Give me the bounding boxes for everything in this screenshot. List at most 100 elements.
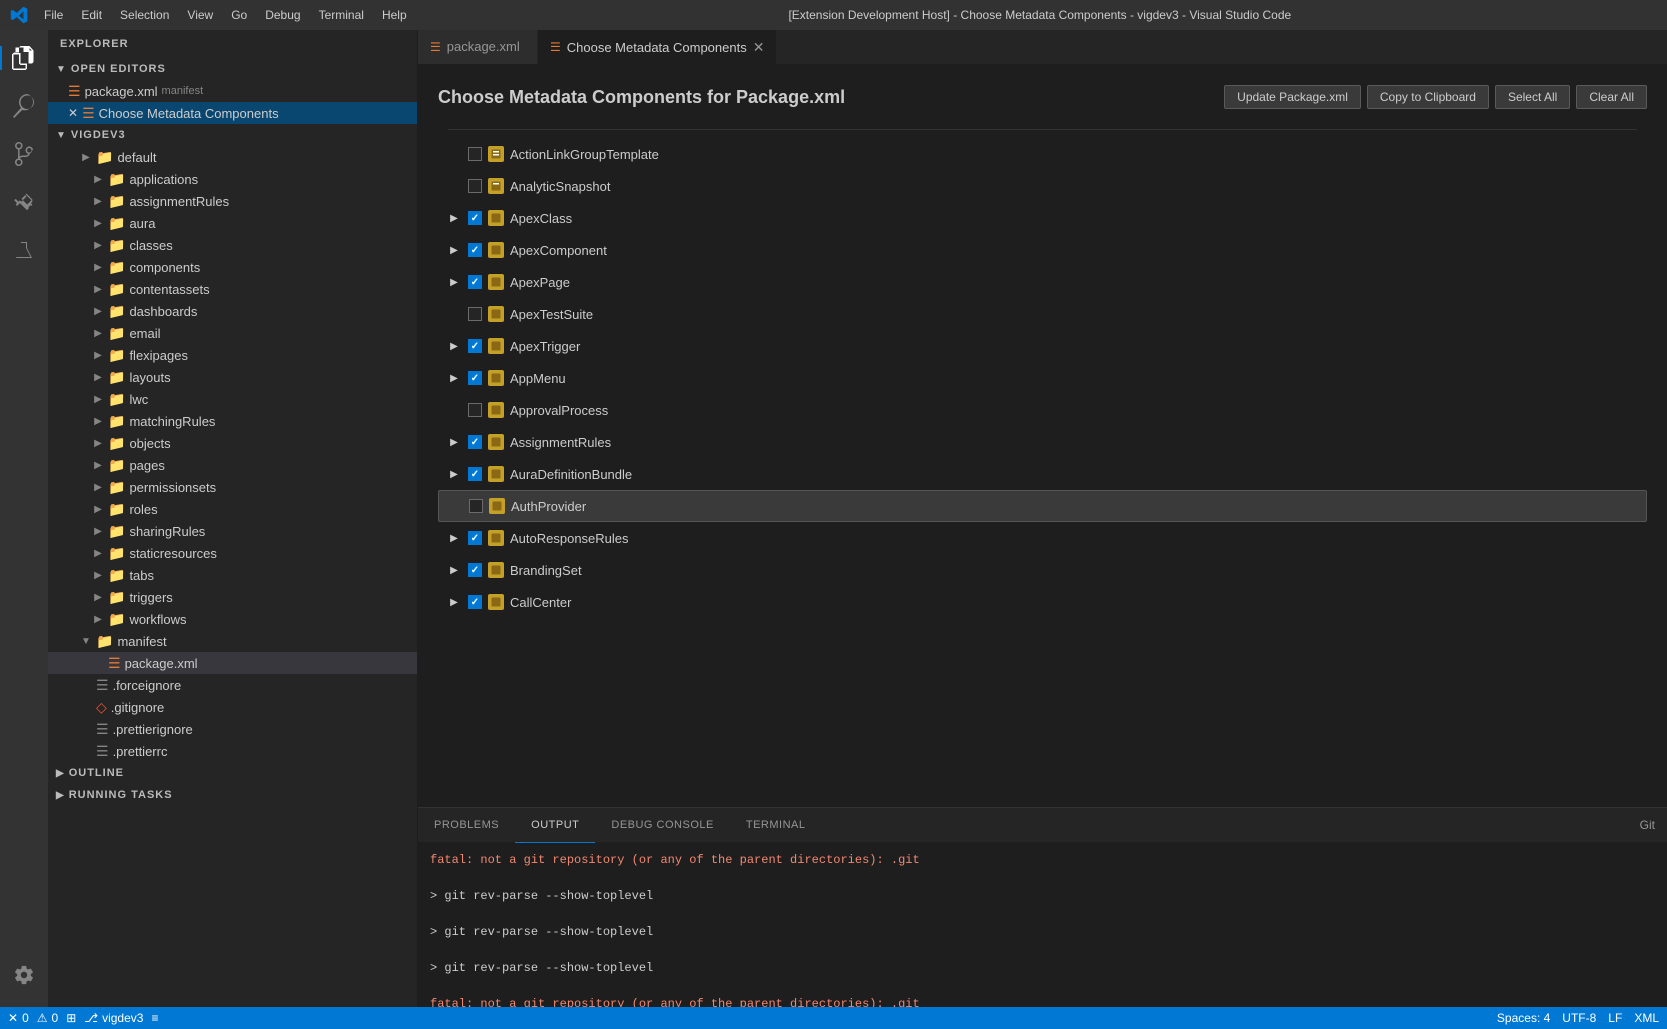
status-branch[interactable]: ⎇ vigdev3 (84, 1011, 143, 1025)
checkbox-callcenter[interactable] (468, 595, 482, 609)
expand-arrow-apexclass[interactable]: ▶ (446, 210, 462, 226)
tab-package-xml[interactable]: ☰ package.xml (418, 30, 538, 64)
checkbox-apextestsuite[interactable] (468, 307, 482, 321)
component-row-apextestsuite[interactable]: ApexTestSuite (438, 298, 1647, 330)
outline-header[interactable]: ▶ OUTLINE (48, 762, 417, 784)
expand-arrow-apexcomponent[interactable]: ▶ (446, 242, 462, 258)
component-row-assignmentrules[interactable]: ▶ AssignmentRules (438, 426, 1647, 458)
component-row-actionlinkgrouptemplate[interactable]: ActionLinkGroupTemplate (438, 138, 1647, 170)
checkbox-assignmentrules[interactable] (468, 435, 482, 449)
update-package-button[interactable]: Update Package.xml (1224, 85, 1361, 109)
bottom-tab-debug-console[interactable]: DEBUG CONSOLE (595, 808, 729, 843)
folder-lwc[interactable]: ▶ 📁 lwc (48, 388, 417, 410)
tab-choose-metadata[interactable]: ☰ Choose Metadata Components ✕ (538, 30, 777, 64)
expand-arrow-apextrigger[interactable]: ▶ (446, 338, 462, 354)
checkbox-apexpage[interactable] (468, 275, 482, 289)
open-editor-package-xml[interactable]: ☰ package.xml manifest (48, 80, 417, 102)
folder-components[interactable]: ▶ 📁 components (48, 256, 417, 278)
checkbox-brandingset[interactable] (468, 563, 482, 577)
menu-view[interactable]: View (179, 6, 221, 24)
component-row-apextrigger[interactable]: ▶ ApexTrigger (438, 330, 1647, 362)
folder-manifest[interactable]: ▼ 📁 manifest (48, 630, 417, 652)
menu-edit[interactable]: Edit (73, 6, 110, 24)
folder-tabs[interactable]: ▶ 📁 tabs (48, 564, 417, 586)
open-editor-choose-metadata[interactable]: ✕ ☰ Choose Metadata Components (48, 102, 417, 124)
bottom-tab-terminal[interactable]: TERMINAL (730, 808, 822, 843)
component-row-autoresponserules[interactable]: ▶ AutoResponseRules (438, 522, 1647, 554)
folder-contentassets[interactable]: ▶ 📁 contentassets (48, 278, 417, 300)
status-errors[interactable]: ✕ 0 ⚠ 0 (8, 1011, 58, 1025)
checkbox-approvalprocess[interactable] (468, 403, 482, 417)
component-row-callcenter[interactable]: ▶ CallCenter (438, 586, 1647, 618)
checkbox-apexclass[interactable] (468, 211, 482, 225)
activity-test[interactable] (0, 226, 48, 274)
component-row-auradefinitionbundle[interactable]: ▶ AuraDefinitionBundle (438, 458, 1647, 490)
file-package-xml[interactable]: ☰ package.xml (48, 652, 417, 674)
checkbox-appmenu[interactable] (468, 371, 482, 385)
expand-arrow-brandingset[interactable]: ▶ (446, 562, 462, 578)
open-editors-header[interactable]: ▼ OPEN EDITORS (48, 58, 417, 80)
checkbox-autoresponserules[interactable] (468, 531, 482, 545)
file-prettierignore[interactable]: ☰ .prettierignore (48, 718, 417, 740)
component-row-apexcomponent[interactable]: ▶ ApexComponent (438, 234, 1647, 266)
folder-email[interactable]: ▶ 📁 email (48, 322, 417, 344)
bottom-tab-output[interactable]: OUTPUT (515, 808, 595, 843)
copy-to-clipboard-button[interactable]: Copy to Clipboard (1367, 85, 1489, 109)
status-spaces[interactable]: Spaces: 4 (1497, 1011, 1550, 1025)
folder-triggers[interactable]: ▶ 📁 triggers (48, 586, 417, 608)
folder-dashboards[interactable]: ▶ 📁 dashboards (48, 300, 417, 322)
expand-arrow-autoresponserules[interactable]: ▶ (446, 530, 462, 546)
status-language[interactable]: XML (1634, 1011, 1659, 1025)
tab-close-button[interactable]: ✕ (753, 39, 765, 56)
checkbox-authprovider[interactable] (469, 499, 483, 513)
folder-roles[interactable]: ▶ 📁 roles (48, 498, 417, 520)
checkbox-auradefinitionbundle[interactable] (468, 467, 482, 481)
activity-source-control[interactable] (0, 130, 48, 178)
expand-arrow-callcenter[interactable]: ▶ (446, 594, 462, 610)
status-encoding[interactable]: UTF-8 (1562, 1011, 1596, 1025)
folder-staticresources[interactable]: ▶ 📁 staticresources (48, 542, 417, 564)
component-row-authprovider[interactable]: AuthProvider (438, 490, 1647, 522)
expand-arrow-assignmentrules[interactable]: ▶ (446, 434, 462, 450)
folder-aura[interactable]: ▶ 📁 aura (48, 212, 417, 234)
expand-arrow-auradefinitionbundle[interactable]: ▶ (446, 466, 462, 482)
status-line-ending[interactable]: LF (1608, 1011, 1622, 1025)
component-row-appmenu[interactable]: ▶ AppMenu (438, 362, 1647, 394)
select-all-button[interactable]: Select All (1495, 85, 1570, 109)
activity-search[interactable] (0, 82, 48, 130)
menu-selection[interactable]: Selection (112, 6, 177, 24)
folder-pages[interactable]: ▶ 📁 pages (48, 454, 417, 476)
running-tasks-header[interactable]: ▶ RUNNING TASKS (48, 784, 417, 806)
folder-assignmentrules[interactable]: ▶ 📁 assignmentRules (48, 190, 417, 212)
expand-arrow-apexpage[interactable]: ▶ (446, 274, 462, 290)
folder-sharingrules[interactable]: ▶ 📁 sharingRules (48, 520, 417, 542)
folder-workflows[interactable]: ▶ 📁 workflows (48, 608, 417, 630)
component-row-brandingset[interactable]: ▶ BrandingSet (438, 554, 1647, 586)
clear-all-button[interactable]: Clear All (1576, 85, 1647, 109)
menu-help[interactable]: Help (374, 6, 415, 24)
menu-terminal[interactable]: Terminal (311, 6, 372, 24)
file-gitignore[interactable]: ◇ .gitignore (48, 696, 417, 718)
checkbox-apextrigger[interactable] (468, 339, 482, 353)
menu-file[interactable]: File (36, 6, 71, 24)
status-sync[interactable]: ≡ (151, 1011, 158, 1025)
component-row-approvalprocess[interactable]: ApprovalProcess (438, 394, 1647, 426)
checkbox-apexcomponent[interactable] (468, 243, 482, 257)
folder-permissionsets[interactable]: ▶ 📁 permissionsets (48, 476, 417, 498)
folder-default[interactable]: ▶ 📁 default (48, 146, 417, 168)
activity-settings[interactable] (0, 951, 48, 999)
folder-flexipages[interactable]: ▶ 📁 flexipages (48, 344, 417, 366)
component-row-apexclass[interactable]: ▶ ApexClass (438, 202, 1647, 234)
menu-debug[interactable]: Debug (257, 6, 308, 24)
menu-go[interactable]: Go (223, 6, 255, 24)
file-prettierrc[interactable]: ☰ .prettierrc (48, 740, 417, 762)
folder-layouts[interactable]: ▶ 📁 layouts (48, 366, 417, 388)
folder-applications[interactable]: ▶ 📁 applications (48, 168, 417, 190)
component-row-apexpage[interactable]: ▶ ApexPage (438, 266, 1647, 298)
folder-classes[interactable]: ▶ 📁 classes (48, 234, 417, 256)
status-layout[interactable]: ⊞ (66, 1011, 76, 1025)
activity-extensions[interactable] (0, 178, 48, 226)
folder-objects[interactable]: ▶ 📁 objects (48, 432, 417, 454)
file-forceignore[interactable]: ☰ .forceignore (48, 674, 417, 696)
checkbox-analyticsnapshot[interactable] (468, 179, 482, 193)
